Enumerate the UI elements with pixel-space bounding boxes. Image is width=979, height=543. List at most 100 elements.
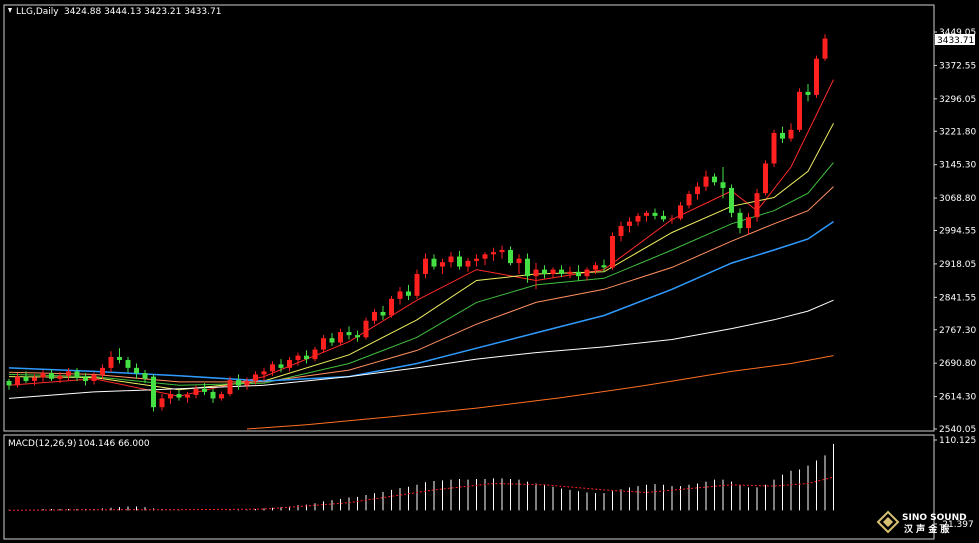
candle-body	[253, 374, 258, 381]
candle-body	[669, 218, 675, 220]
current-price-label: 3433.71	[937, 36, 974, 46]
price-tick-label: 2918.05	[939, 260, 976, 270]
candle-body	[814, 58, 819, 95]
chart-title: LLG,Daily 3424.88 3444.13 3423.21 3433.7…	[8, 7, 221, 17]
candle-body	[414, 273, 420, 296]
macd-label: MACD(12,26,9)	[8, 439, 76, 449]
candle-body	[525, 258, 530, 277]
candle-body	[593, 265, 598, 270]
candle-body	[465, 260, 471, 267]
price-tick-label: 2690.80	[939, 359, 976, 369]
candle-body	[329, 338, 335, 343]
candle-body	[151, 376, 156, 408]
candle-body	[176, 394, 182, 398]
candle-body	[763, 163, 768, 194]
candle-body	[788, 129, 794, 139]
price-tick-label: 2841.55	[939, 293, 976, 303]
candle-body	[695, 186, 700, 195]
candle-body	[134, 367, 139, 374]
candle-body	[66, 371, 71, 376]
candle-body	[482, 254, 488, 259]
candle-body	[57, 375, 63, 379]
candle-body	[227, 380, 233, 395]
candle-body	[567, 271, 573, 274]
candle-body	[618, 225, 624, 236]
candle-body	[678, 205, 683, 219]
macd-title: MACD(12,26,9) 104.146 66.000	[8, 439, 150, 449]
price-tick-label: 3068.80	[939, 194, 976, 204]
candle-body	[270, 364, 275, 372]
candle-body	[508, 249, 513, 264]
candle-body	[74, 371, 80, 378]
ma-line-blue	[8, 220, 834, 382]
candle-body	[712, 176, 717, 183]
ma-line-green	[8, 162, 834, 386]
candle-body	[559, 269, 564, 274]
candle-body	[278, 364, 284, 368]
macd-signal-line	[8, 476, 834, 511]
candle-body	[703, 176, 709, 187]
price-axis: 3449.053372.553296.053221.803145.303068.…	[934, 28, 976, 435]
price-tick-label: 3296.05	[939, 95, 976, 105]
candle-body	[771, 132, 777, 164]
trading-chart: 3449.053372.553296.053221.803145.303068.…	[3, 4, 976, 540]
collapse-arrow-icon[interactable]	[8, 8, 12, 13]
candle-body	[380, 311, 386, 316]
candle-body	[100, 367, 105, 375]
candle-body	[117, 356, 122, 361]
candle-body	[754, 193, 760, 218]
candle-body	[601, 265, 607, 268]
candle-body	[244, 380, 250, 386]
candle-body	[321, 338, 326, 350]
candle-body	[193, 388, 199, 395]
candle-body	[108, 356, 114, 368]
candle-body	[661, 215, 666, 220]
candle-body	[312, 349, 318, 360]
candle-body	[363, 320, 369, 338]
candle-body	[635, 215, 641, 222]
candle-body	[644, 212, 649, 216]
candle-body	[49, 373, 54, 379]
price-tick-label: 3221.80	[939, 127, 976, 137]
candle-body	[91, 374, 97, 381]
price-tick-label: 2767.30	[939, 326, 976, 336]
candle-body	[822, 38, 828, 59]
candle-body	[23, 376, 29, 381]
candle-body	[720, 182, 726, 188]
candle-body	[397, 291, 403, 299]
candle-body	[746, 217, 751, 229]
current-price-marker: 3433.71	[935, 34, 975, 46]
candle-body	[15, 376, 20, 386]
candle-body	[474, 258, 479, 261]
candle-body	[6, 380, 12, 386]
macd-values: 104.146 66.000	[78, 439, 150, 449]
candle-body	[610, 235, 615, 268]
logo-subtitle: 汉 声 金 服	[904, 523, 950, 535]
candle-body	[261, 371, 267, 375]
candle-body	[304, 355, 309, 360]
candle-body	[346, 332, 352, 336]
main-panel-border	[3, 4, 935, 432]
candle-body	[406, 291, 411, 296]
candle-body	[499, 249, 505, 253]
price-tick-label: 3145.30	[939, 161, 976, 171]
candle-body	[550, 269, 556, 274]
candlestick-series	[6, 34, 828, 412]
candle-body	[372, 311, 377, 321]
candle-body	[627, 221, 632, 226]
candle-body	[159, 398, 165, 408]
macd-panel-border	[3, 434, 935, 540]
candle-body	[83, 377, 88, 381]
ohlc-readout: 3424.88 3444.13 3423.21 3433.71	[64, 7, 221, 17]
candle-body	[533, 269, 539, 277]
candle-body	[423, 258, 428, 274]
candle-body	[686, 194, 692, 206]
candle-body	[584, 269, 590, 277]
candle-body	[542, 269, 547, 274]
price-tick-label: 2540.05	[939, 425, 976, 435]
candle-body	[236, 380, 241, 386]
candle-body	[780, 132, 785, 139]
candle-body	[202, 388, 207, 392]
candle-body	[389, 298, 394, 316]
candle-body	[516, 258, 522, 264]
